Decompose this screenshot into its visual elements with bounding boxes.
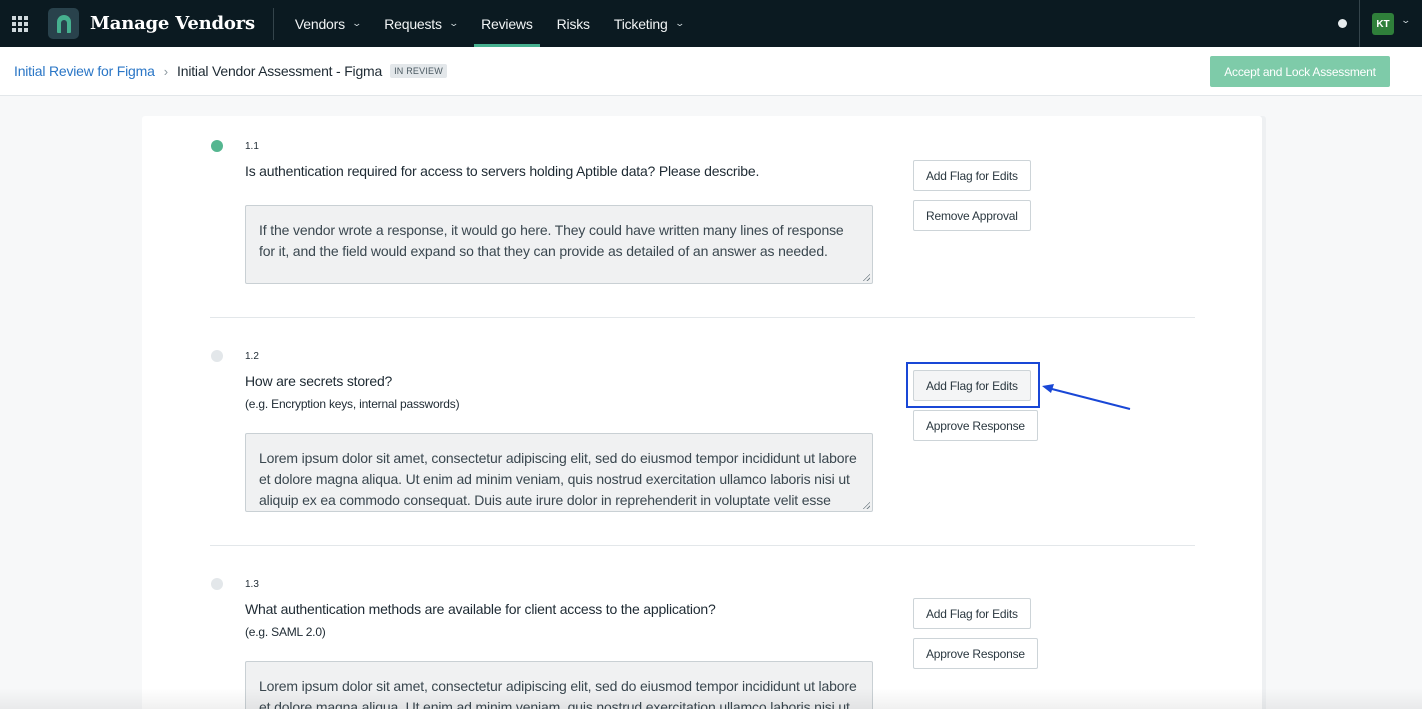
chevron-down-icon[interactable]: ⌄	[1400, 15, 1411, 26]
breadcrumb-parent-link[interactable]: Initial Review for Figma	[14, 63, 155, 79]
question-divider	[210, 545, 1195, 546]
nav-item-vendors[interactable]: Vendors ⌄	[288, 0, 367, 47]
nav-item-reviews[interactable]: Reviews	[474, 0, 540, 47]
chevron-right-icon: ›	[163, 63, 169, 79]
nav-divider	[1359, 0, 1360, 47]
app-launcher-icon[interactable]	[0, 0, 40, 47]
answer-text: Lorem ipsum dolor sit amet, consectetur …	[259, 678, 857, 709]
pending-status-icon	[211, 350, 223, 362]
nav-label: Risks	[556, 15, 590, 32]
add-flag-for-edits-button[interactable]: Add Flag for Edits	[913, 598, 1031, 629]
add-flag-for-edits-button[interactable]: Add Flag for Edits	[913, 160, 1031, 191]
question-text: Is authentication required for access to…	[245, 163, 760, 179]
question-divider	[210, 317, 1195, 318]
approve-response-button[interactable]: Approve Response	[913, 638, 1038, 669]
nav-item-requests[interactable]: Requests ⌄	[377, 0, 464, 47]
nav-divider	[272, 7, 274, 40]
resize-handle-icon[interactable]	[862, 273, 870, 281]
app-title: Manage Vendors	[90, 13, 255, 34]
chevron-down-icon: ⌄	[674, 18, 685, 28]
question-number: 1.1	[245, 141, 259, 152]
question-number: 1.2	[245, 351, 259, 362]
nav-item-risks[interactable]: Risks	[550, 0, 597, 47]
top-navigation-bar: Manage Vendors Vendors ⌄ Requests ⌄ Review…	[0, 0, 1422, 47]
nav-label: Reviews	[481, 15, 533, 32]
chevron-down-icon: ⌄	[448, 18, 459, 28]
question-hint: (e.g. SAML 2.0)	[245, 625, 326, 639]
remove-approval-button[interactable]: Remove Approval	[913, 200, 1031, 231]
user-avatar[interactable]: KT	[1372, 13, 1394, 35]
notification-dot-icon[interactable]	[1338, 19, 1347, 28]
question-hint: (e.g. Encryption keys, internal password…	[245, 397, 460, 411]
answer-textarea[interactable]: If the vendor wrote a response, it would…	[245, 205, 873, 284]
resize-handle-icon[interactable]	[862, 501, 870, 509]
accept-and-lock-button[interactable]: Accept and Lock Assessment	[1210, 56, 1390, 87]
nav-label: Requests	[384, 15, 442, 32]
pending-status-icon	[211, 578, 223, 590]
questions-card: 1.1 Is authentication required for acces…	[142, 116, 1262, 709]
answer-textarea[interactable]: Lorem ipsum dolor sit amet, consectetur …	[245, 661, 873, 709]
status-badge: IN REVIEW	[390, 64, 447, 78]
main-nav: Vendors ⌄ Requests ⌄ Reviews Risks Ticketi…	[288, 0, 700, 47]
annotation-arrow-icon	[1042, 384, 1131, 410]
approved-status-icon	[211, 140, 223, 152]
nav-item-ticketing[interactable]: Ticketing ⌄	[607, 0, 690, 47]
question-number: 1.3	[245, 579, 259, 590]
nav-label: Ticketing	[613, 15, 668, 32]
vendor-logo-icon	[48, 8, 79, 39]
page-title: Initial Vendor Assessment - Figma	[177, 63, 383, 79]
approve-response-button[interactable]: Approve Response	[913, 410, 1038, 441]
nav-label: Vendors	[294, 15, 345, 32]
answer-text: Lorem ipsum dolor sit amet, consectetur …	[259, 450, 857, 508]
assessment-header: Initial Review for Figma › Initial Vendo…	[0, 47, 1422, 96]
annotation-highlight-box	[906, 362, 1040, 408]
chevron-down-icon: ⌄	[351, 18, 362, 28]
answer-textarea[interactable]: Lorem ipsum dolor sit amet, consectetur …	[245, 433, 873, 512]
question-text: How are secrets stored?	[245, 373, 393, 389]
answer-text: If the vendor wrote a response, it would…	[259, 222, 844, 259]
question-text: What authentication methods are availabl…	[245, 601, 716, 617]
